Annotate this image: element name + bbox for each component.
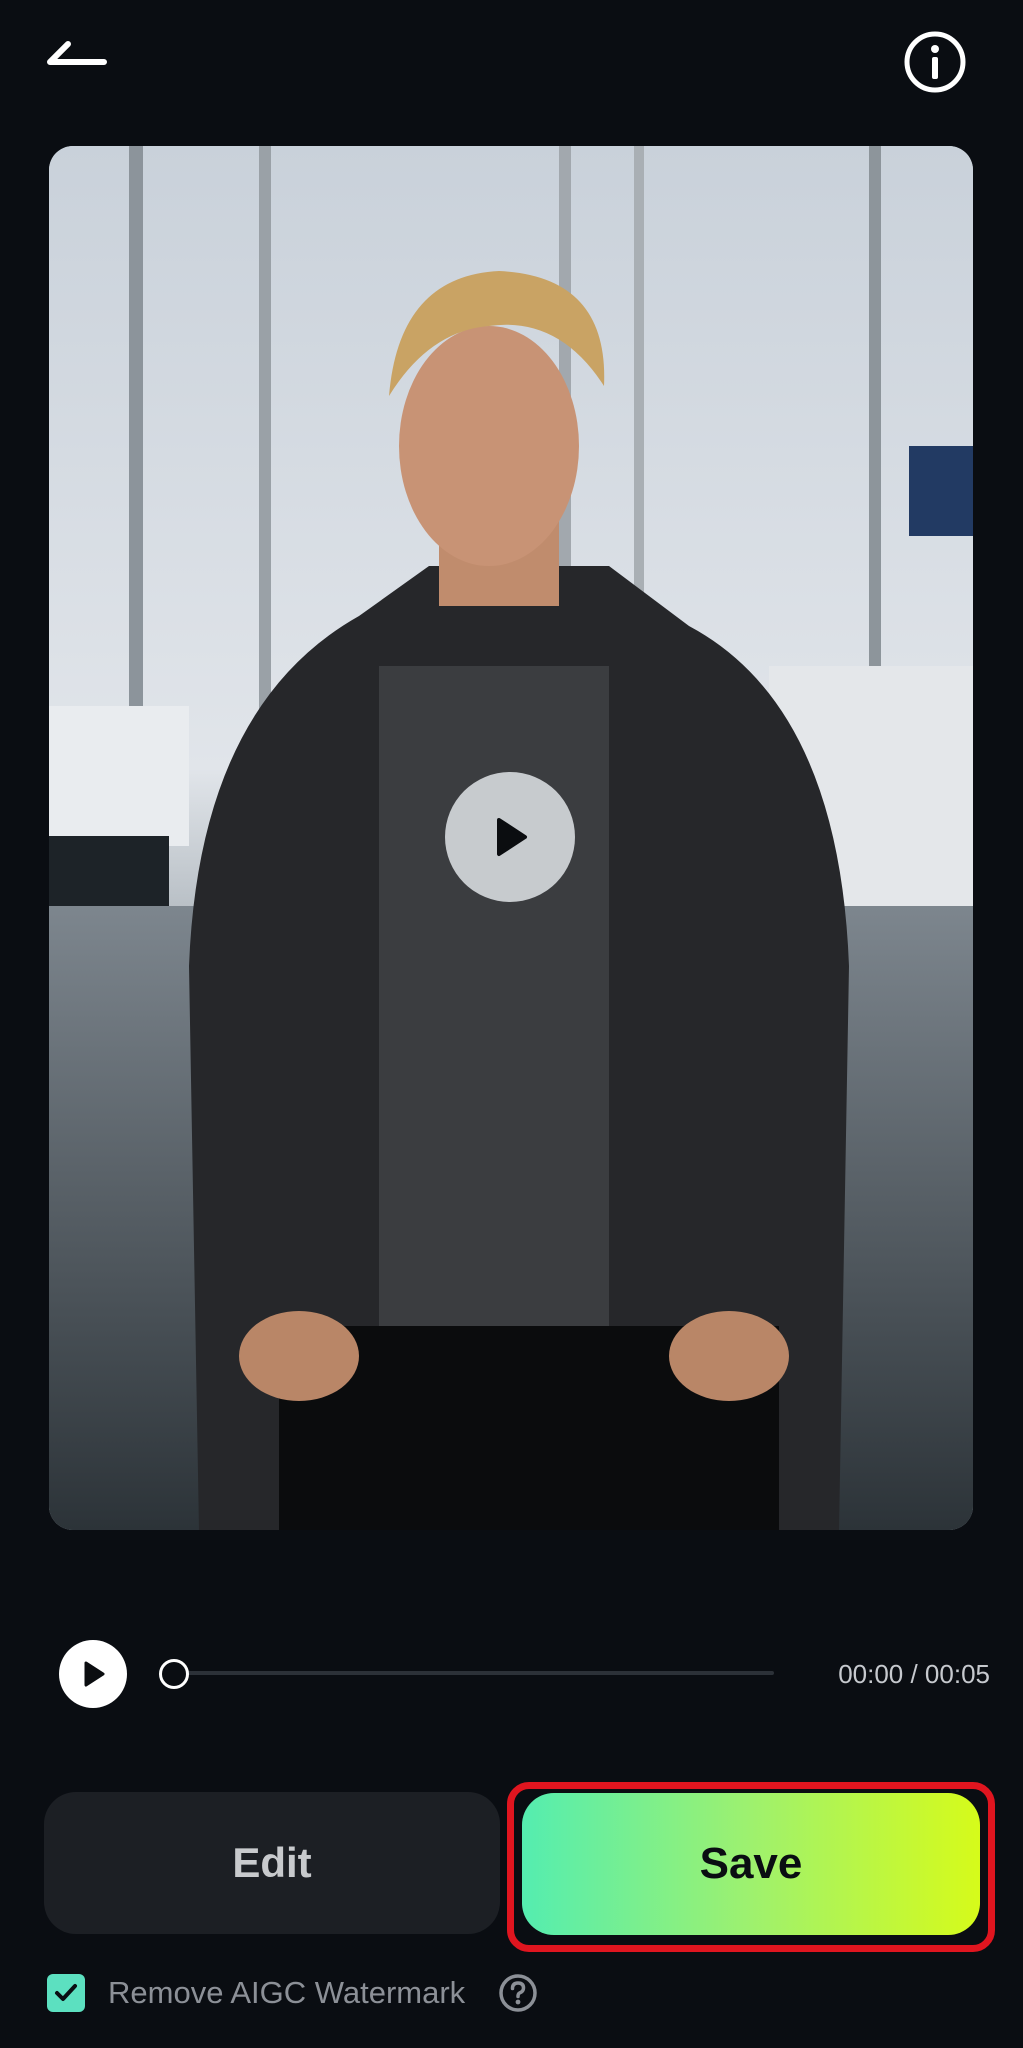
play-icon — [84, 1661, 105, 1687]
video-result-screen: 00:00 / 00:05 Edit Save Remove AIGC Wate… — [0, 0, 1023, 2048]
edit-button[interactable]: Edit — [44, 1792, 500, 1934]
back-button[interactable] — [40, 30, 116, 86]
remove-watermark-checkbox[interactable] — [47, 1974, 85, 2012]
checkmark-icon — [55, 1984, 77, 2001]
remove-watermark-label[interactable]: Remove AIGC Watermark — [108, 1972, 465, 2014]
watermark-help-button[interactable] — [497, 1972, 539, 2014]
player-play-button[interactable] — [59, 1640, 127, 1708]
video-preview[interactable] — [49, 146, 973, 1530]
play-icon — [497, 818, 527, 856]
preview-play-button[interactable] — [445, 772, 575, 902]
time-display: 00:00 / 00:05 — [838, 1659, 990, 1689]
seek-bar[interactable] — [160, 1671, 774, 1675]
info-circle-icon — [904, 31, 966, 93]
question-circle-icon — [499, 1974, 537, 2012]
info-button[interactable] — [900, 27, 970, 97]
seek-thumb[interactable] — [159, 1659, 189, 1689]
back-arrow-icon — [47, 41, 107, 65]
save-button[interactable]: Save — [522, 1793, 980, 1935]
